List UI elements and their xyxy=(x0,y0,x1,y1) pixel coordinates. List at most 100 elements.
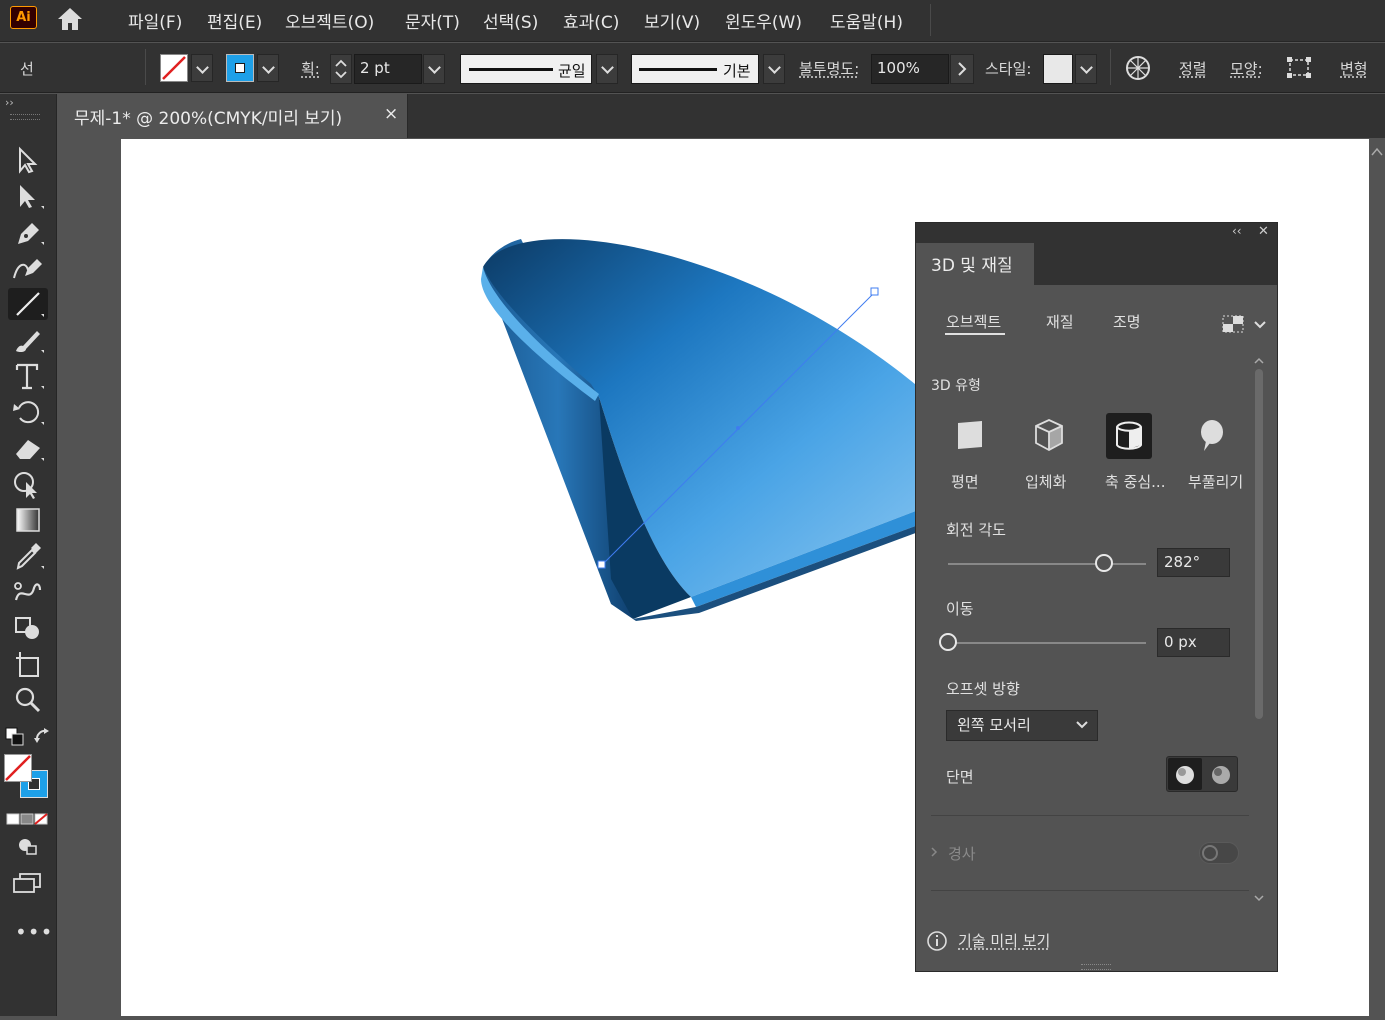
panel-tab-row: 3D 및 재질 xyxy=(916,243,1277,285)
stroke-swatch[interactable] xyxy=(226,54,254,82)
stroke-weight-dropdown[interactable] xyxy=(423,54,445,84)
rotation-slider-knob[interactable] xyxy=(1095,554,1114,572)
toolbar-grip[interactable] xyxy=(10,114,40,120)
menu-edit[interactable]: 편집(E) xyxy=(207,8,262,33)
menu-file[interactable]: 파일(F) xyxy=(128,8,182,33)
tab-object[interactable]: 오브젝트 xyxy=(946,311,1001,332)
section-divider xyxy=(931,815,1249,816)
stroke-weight-stepper[interactable] xyxy=(330,54,352,84)
blend-tool-icon[interactable] xyxy=(8,576,48,608)
technical-preview-link[interactable]: 기술 미리 보기 xyxy=(958,930,1050,951)
tab-lighting[interactable]: 조명 xyxy=(1113,311,1141,332)
more-tools-icon[interactable]: ••• xyxy=(15,920,53,944)
recolor-artwork-icon[interactable] xyxy=(1124,54,1152,82)
app-logo[interactable]: Ai xyxy=(10,6,37,29)
curvature-tool-icon[interactable] xyxy=(8,252,48,284)
type-inflate-button[interactable] xyxy=(1188,413,1234,459)
zoom-tool-icon[interactable] xyxy=(8,684,48,716)
brush-definition[interactable]: 기본 xyxy=(631,54,759,84)
canvas-vertical-scrollbar[interactable] xyxy=(1369,139,1385,1016)
type-revolve-button[interactable] xyxy=(1106,413,1152,459)
transform-bounds-icon[interactable] xyxy=(1285,55,1313,81)
document-tab[interactable]: 무제-1* @ 200%(CMYK/미리 보기) × xyxy=(58,94,408,138)
type-extrude-button[interactable] xyxy=(1026,413,1072,459)
draw-mode-icon[interactable] xyxy=(16,836,40,856)
stroke-dropdown[interactable] xyxy=(257,54,279,82)
inflate-icon xyxy=(1201,420,1223,451)
eraser-tool-icon[interactable] xyxy=(8,432,48,464)
panel-resize-grip[interactable] xyxy=(1081,964,1111,970)
menu-type[interactable]: 문자(T) xyxy=(405,8,460,33)
move-label: 이동 xyxy=(946,600,974,618)
revolve-icon xyxy=(1116,421,1142,450)
chevron-right-icon[interactable] xyxy=(928,845,940,859)
fill-stroke-indicator[interactable] xyxy=(4,754,52,800)
line-segment-tool-icon[interactable] xyxy=(8,288,48,320)
panel-header[interactable]: ‹‹ ✕ xyxy=(916,223,1277,243)
swap-fill-stroke-icon[interactable] xyxy=(32,726,54,748)
3d-materials-panel: ‹‹ ✕ 3D 및 재질 오브젝트 재질 조명 3D 유형 평면 입체화 축 중… xyxy=(915,222,1278,972)
offset-direction-select[interactable]: 왼쪽 모서리 xyxy=(946,710,1098,741)
collapse-panel-icon[interactable]: ‹‹ xyxy=(1232,224,1242,238)
move-input[interactable]: 0 px xyxy=(1157,628,1230,657)
close-tab-icon[interactable]: × xyxy=(384,104,398,124)
panel-title-tab[interactable]: 3D 및 재질 xyxy=(916,243,1034,285)
rotation-angle-input[interactable]: 282° xyxy=(1157,548,1230,577)
screen-mode-icon[interactable] xyxy=(12,872,42,894)
fill-swatch[interactable] xyxy=(160,54,188,82)
move-slider-track[interactable] xyxy=(948,642,1146,644)
chevron-down-icon xyxy=(1076,721,1088,729)
opacity-input[interactable]: 100% xyxy=(871,54,949,84)
bevel-toggle[interactable] xyxy=(1199,842,1239,864)
tab-material[interactable]: 재질 xyxy=(1046,311,1074,332)
shape-label[interactable]: 모양: xyxy=(1230,58,1263,79)
graphic-style-swatch[interactable] xyxy=(1043,54,1073,84)
artboard-tool-icon[interactable] xyxy=(8,648,48,680)
fill-dropdown[interactable] xyxy=(191,54,213,82)
cap-off-button[interactable] xyxy=(1204,758,1238,790)
gradient-tool-icon[interactable] xyxy=(8,504,48,536)
selection-tool-icon[interactable] xyxy=(8,144,48,176)
align-label[interactable]: 정렬 xyxy=(1179,58,1207,79)
style-dropdown[interactable] xyxy=(1075,54,1097,84)
menu-view[interactable]: 보기(V) xyxy=(644,8,700,33)
close-panel-icon[interactable]: ✕ xyxy=(1258,224,1269,239)
menu-window[interactable]: 윈도우(W) xyxy=(725,8,802,33)
shape-builder-tool-icon[interactable] xyxy=(8,612,48,644)
panel-scrollbar[interactable] xyxy=(1252,353,1266,908)
cap-on-button[interactable] xyxy=(1168,758,1202,790)
home-icon[interactable] xyxy=(55,6,85,32)
default-fill-stroke-icon[interactable] xyxy=(4,726,26,748)
menu-object[interactable]: 오브젝트(O) xyxy=(285,8,374,33)
puppet-warp-tool-icon[interactable] xyxy=(8,468,48,500)
extrude-icon xyxy=(1035,419,1063,452)
rotate-tool-icon[interactable] xyxy=(8,396,48,428)
expand-toolbar-icon[interactable]: ›› xyxy=(5,96,14,109)
move-slider-knob[interactable] xyxy=(939,633,957,651)
render-settings-chevron-icon[interactable] xyxy=(1252,317,1268,331)
rotation-slider-track[interactable] xyxy=(948,563,1146,565)
pen-tool-icon[interactable] xyxy=(8,216,48,248)
transform-label[interactable]: 변형 xyxy=(1340,58,1368,79)
paintbrush-tool-icon[interactable] xyxy=(8,324,48,356)
stroke-weight-label[interactable]: 획: xyxy=(301,58,320,79)
color-mode-buttons[interactable] xyxy=(6,810,48,825)
rotation-angle-label: 회전 각도 xyxy=(946,521,1006,539)
direct-selection-tool-icon[interactable] xyxy=(8,180,48,212)
opacity-arrow-button[interactable] xyxy=(950,54,974,84)
tools-panel: ›› ••• xyxy=(0,94,57,1016)
menu-help[interactable]: 도움말(H) xyxy=(830,8,903,33)
opacity-label[interactable]: 불투명도: xyxy=(799,58,859,79)
type-tool-icon[interactable] xyxy=(8,360,48,392)
type-plane-button[interactable] xyxy=(946,413,992,459)
render-settings-icon[interactable] xyxy=(1221,313,1245,335)
brush-dropdown[interactable] xyxy=(763,54,785,84)
profile-dropdown[interactable] xyxy=(596,54,618,84)
menu-divider xyxy=(930,4,931,36)
menu-effect[interactable]: 효과(C) xyxy=(563,8,619,33)
profile-label: 균일 xyxy=(558,62,586,80)
stroke-weight-input[interactable]: 2 pt xyxy=(354,54,422,84)
menu-select[interactable]: 선택(S) xyxy=(483,8,538,33)
eyedropper-tool-icon[interactable] xyxy=(8,540,48,572)
variable-width-profile[interactable]: 균일 xyxy=(460,54,592,84)
